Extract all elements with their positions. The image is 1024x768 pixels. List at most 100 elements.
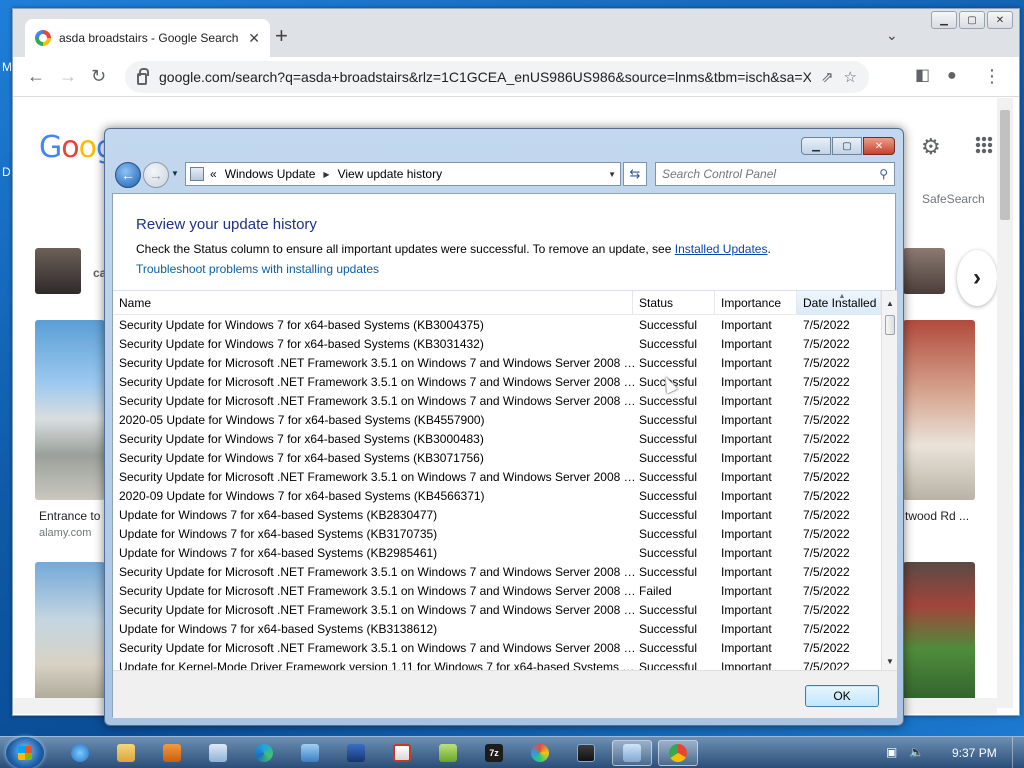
- start-button[interactable]: [6, 737, 44, 768]
- column-header-name[interactable]: Name: [113, 291, 633, 315]
- table-row[interactable]: Security Update for Microsoft .NET Frame…: [113, 563, 881, 582]
- update-importance-cell: Important: [721, 451, 772, 465]
- lock-icon[interactable]: [137, 68, 149, 85]
- tab-close-icon[interactable]: ✕: [248, 30, 260, 47]
- table-row[interactable]: 2020-09 Update for Windows 7 for x64-bas…: [113, 487, 881, 506]
- taskbar-media-player[interactable]: [152, 740, 192, 766]
- breadcrumb-windows-update[interactable]: Windows Update: [225, 167, 316, 181]
- address-dropdown-icon[interactable]: ▼: [608, 170, 616, 179]
- image-result-caption[interactable]: Entrance to: [39, 509, 100, 523]
- taskbar-edge[interactable]: [244, 740, 284, 766]
- tab-search-icon[interactable]: ⌄: [886, 27, 898, 44]
- dialog-minimize-button[interactable]: ▁: [801, 137, 831, 155]
- table-row[interactable]: Update for Windows 7 for x64-based Syste…: [113, 525, 881, 544]
- image-result-thumb-right-2[interactable]: [903, 562, 975, 708]
- image-result-source[interactable]: alamy.com: [39, 527, 91, 539]
- table-scrollbar[interactable]: ▲ ▼: [881, 291, 897, 671]
- apps-grid-icon[interactable]: [975, 136, 993, 154]
- taskbar-cmd[interactable]: [566, 740, 606, 766]
- table-row[interactable]: Security Update for Microsoft .NET Frame…: [113, 373, 881, 392]
- bookmark-star-icon[interactable]: ☆: [844, 68, 857, 86]
- table-row[interactable]: Security Update for Microsoft .NET Frame…: [113, 392, 881, 411]
- table-scroll-thumb[interactable]: [885, 315, 895, 335]
- search-input[interactable]: [662, 167, 880, 181]
- table-row[interactable]: Update for Windows 7 for x64-based Syste…: [113, 506, 881, 525]
- browser-tab[interactable]: asda broadstairs - Google Search ✕: [25, 19, 270, 57]
- column-header-date-installed[interactable]: ▲ Date Installed: [797, 291, 881, 315]
- image-result-thumb[interactable]: [35, 320, 105, 500]
- share-icon[interactable]: ⇗: [821, 68, 834, 86]
- taskbar-ie[interactable]: [60, 740, 100, 766]
- ok-button[interactable]: OK: [805, 685, 879, 707]
- profile-avatar-icon[interactable]: ●: [947, 67, 957, 85]
- table-row[interactable]: Security Update for Microsoft .NET Frame…: [113, 354, 881, 373]
- update-date-cell: 7/5/2022: [803, 394, 850, 408]
- table-row[interactable]: Security Update for Windows 7 for x64-ba…: [113, 449, 881, 468]
- google-logo[interactable]: Goog: [39, 130, 115, 165]
- forward-arrow-icon[interactable]: →: [59, 67, 77, 85]
- dialog-maximize-button[interactable]: ▢: [832, 137, 862, 155]
- troubleshoot-link[interactable]: Troubleshoot problems with installing up…: [136, 262, 379, 276]
- taskbar-chrome[interactable]: [658, 740, 698, 766]
- menu-kebab-icon[interactable]: ⋮: [983, 67, 1001, 85]
- taskbar-network[interactable]: [290, 740, 330, 766]
- table-row[interactable]: Security Update for Windows 7 for x64-ba…: [113, 316, 881, 335]
- reload-icon[interactable]: ↻: [91, 67, 106, 85]
- breadcrumb[interactable]: « Windows Update ▶ View update history ▼: [185, 162, 621, 186]
- installed-updates-link[interactable]: Installed Updates: [675, 242, 768, 256]
- safesearch-label[interactable]: SafeSearch: [922, 192, 985, 206]
- search-icon[interactable]: ⚲: [879, 167, 888, 181]
- url-text[interactable]: google.com/search?q=asda+broadstairs&rlz…: [159, 69, 811, 85]
- taskbar-notes[interactable]: [428, 740, 468, 766]
- image-result-thumb-2[interactable]: [35, 562, 105, 708]
- table-row[interactable]: Security Update for Microsoft .NET Frame…: [113, 639, 881, 658]
- table-row[interactable]: Update for Windows 7 for x64-based Syste…: [113, 620, 881, 639]
- breadcrumb-overflow[interactable]: «: [210, 167, 217, 181]
- breadcrumb-separator-icon[interactable]: ▶: [323, 170, 329, 179]
- taskbar-paint[interactable]: [520, 740, 560, 766]
- table-row[interactable]: Security Update for Windows 7 for x64-ba…: [113, 335, 881, 354]
- table-row[interactable]: Update for Windows 7 for x64-based Syste…: [113, 544, 881, 563]
- back-arrow-icon[interactable]: ←: [27, 67, 45, 85]
- table-row[interactable]: 2020-05 Update for Windows 7 for x64-bas…: [113, 411, 881, 430]
- search-box[interactable]: ⚲: [655, 162, 895, 186]
- network-tray-icon[interactable]: ▣: [886, 745, 897, 759]
- page-scrollbar[interactable]: [997, 98, 1013, 708]
- recent-pages-dropdown-icon[interactable]: ▼: [171, 169, 179, 178]
- address-bar[interactable]: google.com/search?q=asda+broadstairs&rlz…: [125, 61, 869, 93]
- maximize-button[interactable]: ▢: [959, 11, 985, 29]
- image-result-caption-right[interactable]: twood Rd ...: [905, 509, 969, 523]
- forward-button[interactable]: →: [143, 162, 169, 188]
- taskbar-powershell[interactable]: [336, 740, 376, 766]
- table-row[interactable]: Security Update for Microsoft .NET Frame…: [113, 582, 881, 601]
- taskbar-control-panel[interactable]: [612, 740, 652, 766]
- related-thumb-right[interactable]: [903, 248, 945, 294]
- scroll-down-icon[interactable]: ▼: [882, 653, 898, 669]
- close-button[interactable]: ✕: [987, 11, 1013, 29]
- show-desktop-button[interactable]: [1012, 737, 1024, 768]
- refresh-button[interactable]: ⇆: [623, 162, 647, 186]
- taskbar-explorer[interactable]: [106, 740, 146, 766]
- taskbar-notepad[interactable]: [198, 740, 238, 766]
- column-header-status[interactable]: Status: [633, 291, 715, 315]
- settings-gear-icon[interactable]: ⚙: [921, 134, 941, 160]
- table-row[interactable]: Security Update for Microsoft .NET Frame…: [113, 601, 881, 620]
- image-result-thumb-right[interactable]: [903, 320, 975, 500]
- back-button[interactable]: ←: [115, 162, 141, 188]
- dialog-close-button[interactable]: ✕: [863, 137, 895, 155]
- breadcrumb-view-update-history[interactable]: View update history: [338, 167, 443, 181]
- related-thumb[interactable]: [35, 248, 81, 294]
- carousel-next-button[interactable]: ›: [957, 250, 997, 306]
- table-row[interactable]: Security Update for Windows 7 for x64-ba…: [113, 430, 881, 449]
- taskbar-7zip[interactable]: 7z: [474, 740, 514, 766]
- scroll-up-icon[interactable]: ▲: [882, 295, 898, 311]
- new-tab-button[interactable]: +: [275, 25, 288, 47]
- column-header-importance[interactable]: Importance: [715, 291, 797, 315]
- minimize-button[interactable]: ▁: [931, 11, 957, 29]
- side-panel-icon[interactable]: ◧: [915, 67, 930, 85]
- taskbar-app-red[interactable]: [382, 740, 422, 766]
- table-row[interactable]: Security Update for Microsoft .NET Frame…: [113, 468, 881, 487]
- volume-icon[interactable]: 🔈: [909, 745, 924, 759]
- clock[interactable]: 9:37 PM: [952, 746, 997, 760]
- page-scroll-thumb[interactable]: [1000, 110, 1010, 220]
